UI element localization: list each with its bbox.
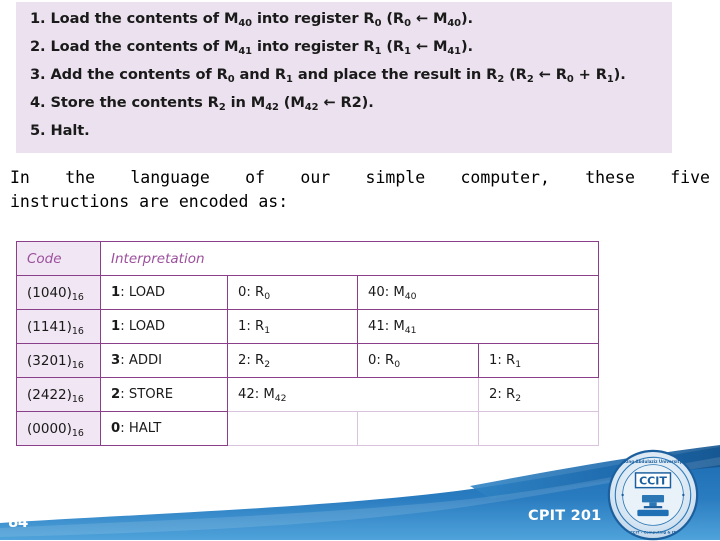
instruction-2: 2. Load the contents of M41 into registe… <box>30 38 473 58</box>
narrative-line-2: instructions are encoded as: <box>10 192 289 212</box>
table-row: (3201)16 3: ADDI 2: R2 0: R0 1: R1 <box>16 343 600 378</box>
cell-code: (1040)16 <box>16 275 101 310</box>
cell-code: (2422)16 <box>16 377 101 412</box>
cell-interpretation <box>227 411 358 446</box>
cell-interpretation: 1: LOAD <box>100 309 228 344</box>
narrative-line-1: In the language of our simple computer, … <box>10 168 710 187</box>
cell-interpretation <box>477 411 600 446</box>
cell-interpretation: 0: R0 <box>357 343 479 378</box>
svg-text:King Abdulaziz University: King Abdulaziz University <box>624 459 683 464</box>
instruction-3: 3. Add the contents of R0 and R1 and pla… <box>30 66 626 86</box>
table-body: (1040)16 1: LOAD 0: R0 40: M40 (1141)16 1: LO… <box>16 275 600 446</box>
instruction-5: 5. Halt. <box>30 122 90 140</box>
cell-interpretation: 40: M40 <box>356 275 600 310</box>
cell-interpretation: 1: R1 <box>227 309 358 344</box>
svg-text:CCIT - Computing & IT: CCIT - Computing & IT <box>630 531 676 535</box>
page-number: 84 <box>8 513 28 531</box>
course-code-label: CPIT 201 <box>528 508 602 524</box>
cell-code: (1141)16 <box>16 309 101 344</box>
instruction-1: 1. Load the contents of M40 into registe… <box>30 10 473 29</box>
cell-code: (3201)16 <box>16 343 101 378</box>
cell-interpretation: 42: M42 <box>227 377 479 412</box>
column-header-interpretation: Interpretation <box>99 241 600 276</box>
cell-interpretation: 1: LOAD <box>100 275 228 310</box>
table-header: Code Interpretation <box>16 241 600 276</box>
cell-interpretation: 2: R2 <box>477 377 600 412</box>
table-row: (0000)16 0: HALT <box>16 411 600 446</box>
table-row: (2422)16 2: STORE 42: M42 2: R2 <box>16 377 600 412</box>
cell-interpretation: 2: STORE <box>100 377 228 412</box>
column-header-code: Code <box>16 241 101 276</box>
cell-interpretation: 2: R2 <box>227 343 358 378</box>
ccit-university-seal-logo: King Abdulaziz University CCIT - Computi… <box>607 449 699 541</box>
instruction-4: 4. Store the contents R2 in M42 (M42 ← R… <box>30 94 374 114</box>
cell-interpretation: 3: ADDI <box>100 343 228 378</box>
cell-interpretation <box>357 411 479 446</box>
instruction-lines: 1. Load the contents of M40 into registe… <box>30 10 672 140</box>
cell-code: (0000)16 <box>16 411 101 446</box>
encoding-table: Code Interpretation (1040)16 1: LOAD 0: R0… <box>16 241 600 446</box>
cell-interpretation: 0: HALT <box>100 411 228 446</box>
cell-interpretation: 41: M41 <box>356 309 600 344</box>
cell-interpretation: 0: R0 <box>227 275 358 310</box>
logo-initials: CCIT <box>639 474 667 487</box>
narrative-paragraph: In the language of our simple computer, … <box>10 166 710 215</box>
table-row: (1141)16 1: LOAD 1: R1 41: M41 <box>16 309 600 344</box>
table-header-row: Code Interpretation <box>16 241 600 276</box>
instruction-list-panel: 1. Load the contents of M40 into registe… <box>16 2 672 153</box>
cell-interpretation: 1: R1 <box>477 343 600 378</box>
table-row: (1040)16 1: LOAD 0: R0 40: M40 <box>16 275 600 310</box>
